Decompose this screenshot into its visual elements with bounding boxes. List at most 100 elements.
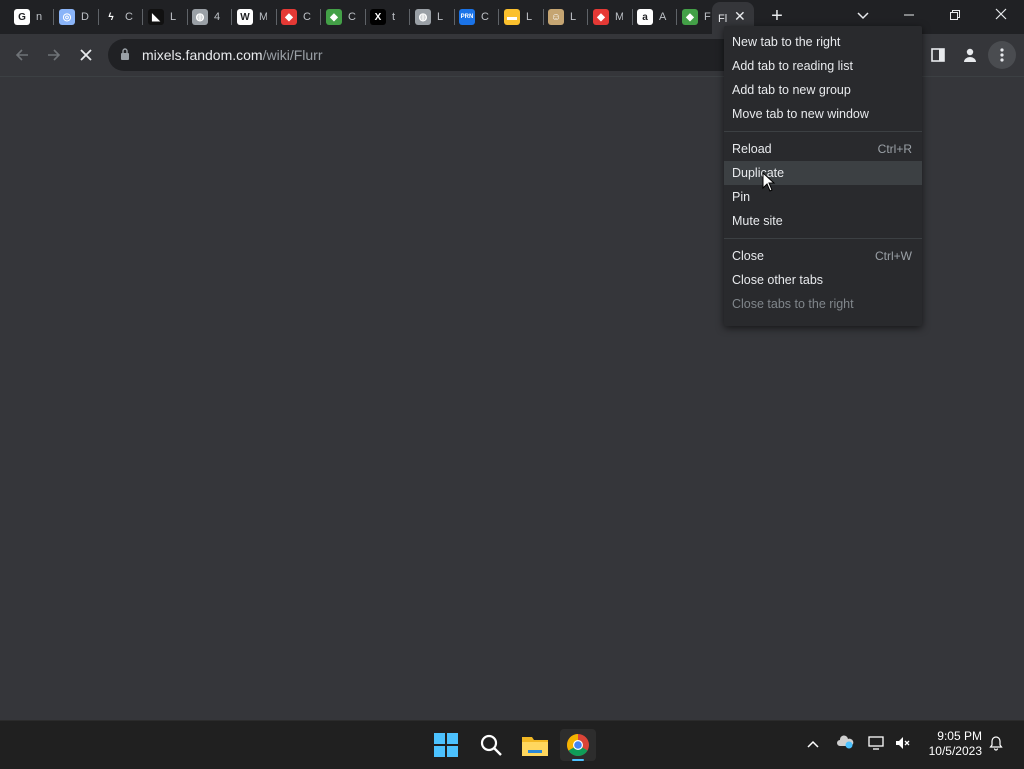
tab-separator	[187, 9, 188, 25]
show-hidden-icons-icon[interactable]	[804, 735, 822, 753]
globe-icon: ◍	[415, 9, 431, 25]
tab-separator	[98, 9, 99, 25]
tab-title: A	[659, 11, 667, 23]
start-windows-icon[interactable]	[430, 729, 462, 761]
tab-separator	[231, 9, 232, 25]
wikipedia-icon: W	[237, 9, 253, 25]
mouse-cursor-icon	[762, 172, 776, 192]
url-path: /wiki/Flurr	[262, 47, 323, 63]
file-explorer-icon[interactable]	[519, 729, 551, 761]
tab-item[interactable]: ◍ L	[415, 4, 445, 30]
character-icon: ☺	[548, 9, 564, 25]
tab-item[interactable]: ◆ C	[281, 4, 311, 30]
menu-add-new-group[interactable]: Add tab to new group	[724, 78, 922, 102]
colorful-logo-icon: ◆	[281, 9, 297, 25]
amazon-icon: a	[637, 9, 653, 25]
tab-separator	[409, 9, 410, 25]
menu-new-tab-right[interactable]: New tab to the right	[724, 30, 922, 54]
tab-separator	[676, 9, 677, 25]
tab-item[interactable]: ϟC	[103, 4, 133, 30]
tab-item[interactable]: aA	[637, 4, 667, 30]
onedrive-icon[interactable]	[836, 735, 854, 753]
tab-item[interactable]: ◆ M	[593, 4, 623, 30]
tab-separator	[454, 9, 455, 25]
close-window-button[interactable]	[978, 0, 1024, 32]
menu-reload[interactable]: Reload Ctrl+R	[724, 137, 922, 161]
tab-item[interactable]: ▬ L	[504, 4, 534, 30]
tab-title: t	[392, 11, 396, 23]
globe-icon: ◍	[192, 9, 208, 25]
lock-icon[interactable]	[120, 48, 130, 60]
network-icon[interactable]	[868, 735, 886, 753]
colorful-logo-icon: ◆	[682, 9, 698, 25]
clock-date: 10/5/2023	[928, 744, 982, 758]
tab-item[interactable]: ◎ D	[59, 4, 89, 30]
tab-separator	[543, 9, 544, 25]
side-panel-button[interactable]	[924, 41, 952, 69]
google-icon: G	[14, 9, 30, 25]
tab-title: C	[125, 11, 133, 23]
stop-loading-button[interactable]	[72, 41, 100, 69]
profile-button[interactable]	[956, 41, 984, 69]
tab-title: L	[437, 11, 444, 23]
tab-separator	[365, 9, 366, 25]
chrome-menu-button[interactable]	[988, 41, 1016, 69]
tab-title: M	[259, 11, 267, 23]
tab-item[interactable]: ◆ F	[682, 4, 712, 30]
tab-item[interactable]: ◣ L	[148, 4, 178, 30]
tab-separator	[632, 9, 633, 25]
menu-separator	[724, 131, 922, 132]
tab-context-menu: New tab to the right Add tab to reading …	[724, 26, 922, 326]
tab-separator	[498, 9, 499, 25]
menu-add-reading-list[interactable]: Add tab to reading list	[724, 54, 922, 78]
menu-duplicate[interactable]: Duplicate	[724, 161, 922, 185]
url-host: mixels.fandom.com	[142, 47, 263, 63]
tab-title: 4	[214, 11, 221, 23]
lightning-icon: ϟ	[103, 9, 119, 25]
tab-title: M	[615, 11, 623, 23]
volume-muted-icon[interactable]	[894, 735, 912, 753]
menu-pin[interactable]: Pin	[724, 185, 922, 209]
menu-close-tabs-right: Close tabs to the right	[732, 297, 854, 311]
url-text[interactable]: mixels.fandom.com/wiki/Flurr	[142, 47, 322, 63]
menu-close-label: Close	[732, 249, 764, 263]
circle-logo-icon: ◎	[59, 9, 75, 25]
close-tab-icon[interactable]: ✕	[734, 8, 746, 25]
tab-title: C	[303, 11, 311, 23]
tab-item[interactable]: ☺ L	[548, 4, 578, 30]
search-icon[interactable]	[475, 729, 507, 761]
menu-move-new-window[interactable]: Move tab to new window	[724, 102, 922, 126]
chrome-taskbar-icon[interactable]	[560, 729, 596, 761]
tab-title: C	[348, 11, 356, 23]
tab-item[interactable]: PRN C	[459, 4, 489, 30]
colorful-logo-icon: ◆	[326, 9, 342, 25]
tab-title: L	[526, 11, 533, 23]
menu-close[interactable]: Close Ctrl+W	[724, 244, 922, 268]
menu-mute-site[interactable]: Mute site	[724, 209, 922, 233]
forward-button[interactable]	[40, 41, 68, 69]
tab-title: C	[481, 11, 489, 23]
prn-icon: PRN	[459, 9, 475, 25]
tab-item[interactable]: Xt	[370, 4, 400, 30]
system-clock[interactable]: 9:05 PM 10/5/2023	[929, 729, 982, 759]
new-tab-button[interactable]: +	[766, 5, 788, 27]
tab-separator	[53, 9, 54, 25]
clock-time: 9:05 PM	[937, 729, 982, 743]
back-button[interactable]	[8, 41, 36, 69]
tab-item[interactable]: ◆ C	[326, 4, 356, 30]
notifications-icon[interactable]	[987, 735, 1005, 753]
restore-button[interactable]	[932, 0, 978, 32]
tab-item[interactable]: ◍ 4	[192, 4, 222, 30]
tab-title: L	[170, 11, 177, 23]
tab-item[interactable]: WM	[237, 4, 267, 30]
tab-separator	[142, 9, 143, 25]
tab-separator	[320, 9, 321, 25]
tab-title: D	[81, 11, 89, 23]
flag-icon: ▬	[504, 9, 520, 25]
colorful-logo-icon: ◆	[593, 9, 609, 25]
tab-item[interactable]: Gn	[14, 4, 44, 30]
x-logo-icon: X	[370, 9, 386, 25]
menu-close-other-tabs[interactable]: Close other tabs	[724, 268, 922, 292]
tab-title: n	[36, 11, 43, 23]
dark-logo-icon: ◣	[148, 9, 164, 25]
